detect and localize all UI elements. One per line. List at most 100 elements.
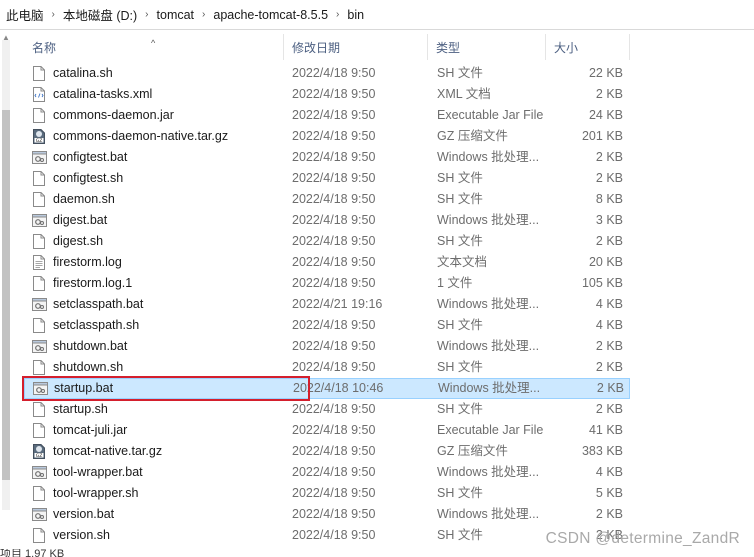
breadcrumb-separator[interactable]: › [330,9,345,20]
file-icon [32,276,46,291]
file-type: Executable Jar File [437,423,544,437]
batch-file-icon [32,339,47,354]
column-header-date[interactable]: 修改日期 [284,34,428,60]
file-icon [32,423,46,438]
text-file-icon [32,255,46,270]
file-size: 2 KB [596,381,624,395]
batch-file-icon [32,150,47,165]
column-header-name[interactable]: 名称 ^ [24,34,284,60]
breadcrumb-item-apache-tomcat[interactable]: apache-tomcat-8.5.5 [211,8,330,22]
file-row[interactable]: shutdown.bat 2022/4/18 9:50 Windows 批处理...… [24,336,630,357]
file-name: catalina.sh [53,66,113,80]
file-row[interactable]: setclasspath.bat 2022/4/21 19:16 Windows 批… [24,294,630,315]
file-type: Windows 批处理... [438,381,541,395]
file-row[interactable]: GZ commons-daemon-native.tar.gz 2022/4/18 … [24,126,630,147]
file-modified-date: 2022/4/18 9:50 [292,507,376,521]
file-icon [32,234,46,249]
file-row[interactable]: commons-daemon.jar 2022/4/18 9:50 Executab… [24,105,630,126]
breadcrumb-separator[interactable]: › [139,9,154,20]
file-name: version.sh [53,528,110,542]
watermark: CSDN @determine_ZandR [545,530,740,547]
file-type: SH 文件 [437,234,483,248]
file-size: 2 KB [595,87,623,101]
file-row[interactable]: setclasspath.sh 2022/4/18 9:50 SH 文件 4 KB [24,315,630,336]
file-icon [32,171,46,186]
file-row[interactable]: shutdown.sh 2022/4/18 9:50 SH 文件 2 KB [24,357,630,378]
file-name: setclasspath.bat [53,297,144,311]
file-row[interactable]: startup.sh 2022/4/18 9:50 SH 文件 2 KB [24,399,630,420]
file-size: 2 KB [595,339,623,353]
file-icon [32,66,46,81]
file-name: setclasspath.sh [53,318,140,332]
file-type: SH 文件 [437,192,483,206]
file-name: configtest.bat [53,150,128,164]
breadcrumb-separator[interactable]: › [196,9,211,20]
file-type: Windows 批处理... [437,507,540,521]
file-name: shutdown.sh [53,360,124,374]
nav-scrollbar-thumb[interactable] [2,110,10,480]
file-row[interactable]: version.bat 2022/4/18 9:50 Windows 批处理... 2… [24,504,630,525]
file-type: XML 文档 [437,87,491,101]
file-row[interactable]: tomcat-juli.jar 2022/4/18 9:50 Executable … [24,420,630,441]
file-size: 20 KB [588,255,623,269]
column-header-size[interactable]: 大小 [546,34,630,60]
file-type: SH 文件 [437,318,483,332]
file-modified-date: 2022/4/18 9:50 [292,339,376,353]
file-icon [32,318,46,333]
file-size: 2 KB [595,171,623,185]
file-row[interactable]: catalina-tasks.xml 2022/4/18 9:50 XML 文档 2 … [24,84,630,105]
file-modified-date: 2022/4/18 9:50 [292,360,376,374]
breadcrumb-item-bin[interactable]: bin [345,8,366,22]
file-type: Windows 批处理... [437,150,540,164]
file-modified-date: 2022/4/18 9:50 [292,129,376,143]
file-icon [32,486,46,501]
file-modified-date: 2022/4/21 19:16 [292,297,383,311]
file-row[interactable]: startup.bat 2022/4/18 10:46 Windows 批处理...… [24,378,630,399]
file-size: 105 KB [581,276,623,290]
file-row[interactable]: catalina.sh 2022/4/18 9:50 SH 文件 22 KB [24,63,630,84]
xml-file-icon [32,87,46,102]
file-row[interactable]: GZ tomcat-native.tar.gz 2022/4/18 9:50 GZ 压… [24,441,630,462]
file-modified-date: 2022/4/18 9:50 [292,423,376,437]
file-row[interactable]: tool-wrapper.sh 2022/4/18 9:50 SH 文件 5 KB [24,483,630,504]
file-type: SH 文件 [437,171,483,185]
breadcrumb-item-this-pc[interactable]: 此电脑 [4,5,46,24]
file-row[interactable]: tool-wrapper.bat 2022/4/18 9:50 Windows 批处… [24,462,630,483]
file-size: 2 KB [595,402,623,416]
file-name: tool-wrapper.sh [53,486,139,500]
file-modified-date: 2022/4/18 9:50 [292,234,376,248]
file-row[interactable]: firestorm.log.1 2022/4/18 9:50 1 文件 105 KB [24,273,630,294]
file-name: startup.bat [54,381,114,395]
file-modified-date: 2022/4/18 9:50 [292,66,376,80]
file-row[interactable]: digest.sh 2022/4/18 9:50 SH 文件 2 KB [24,231,630,252]
file-size: 201 KB [581,129,623,143]
file-modified-date: 2022/4/18 9:50 [292,150,376,164]
file-type: SH 文件 [437,360,483,374]
file-name: digest.sh [53,234,104,248]
file-modified-date: 2022/4/18 9:50 [292,171,376,185]
column-header-date-label: 修改日期 [292,41,341,55]
file-type: 1 文件 [437,276,473,290]
file-row[interactable]: configtest.bat 2022/4/18 9:50 Windows 批处理.… [24,147,630,168]
file-name: tool-wrapper.bat [53,465,143,479]
breadcrumb-separator[interactable]: › [46,9,61,20]
column-header-type[interactable]: 类型 [428,34,546,60]
file-row[interactable]: firestorm.log 2022/4/18 9:50 文本文档 20 KB [24,252,630,273]
file-row[interactable]: digest.bat 2022/4/18 9:50 Windows 批处理... 3 … [24,210,630,231]
batch-file-icon [32,465,47,480]
file-row[interactable]: daemon.sh 2022/4/18 9:50 SH 文件 8 KB [24,189,630,210]
file-type: GZ 压缩文件 [437,129,508,143]
file-modified-date: 2022/4/18 9:50 [292,528,376,542]
breadcrumb-item-tomcat[interactable]: tomcat [155,8,197,22]
file-row[interactable]: version.sh 2022/4/18 9:50 SH 文件 2 KB [24,525,630,546]
file-modified-date: 2022/4/18 9:50 [292,318,376,332]
file-modified-date: 2022/4/18 9:50 [292,255,376,269]
file-size: 4 KB [595,465,623,479]
file-type: Windows 批处理... [437,339,540,353]
file-modified-date: 2022/4/18 9:50 [292,108,376,122]
breadcrumb-item-drive-d[interactable]: 本地磁盘 (D:) [61,5,139,24]
file-name: tomcat-native.tar.gz [53,444,163,458]
file-type: SH 文件 [437,402,483,416]
gz-archive-icon: GZ [32,129,46,144]
file-row[interactable]: configtest.sh 2022/4/18 9:50 SH 文件 2 KB [24,168,630,189]
